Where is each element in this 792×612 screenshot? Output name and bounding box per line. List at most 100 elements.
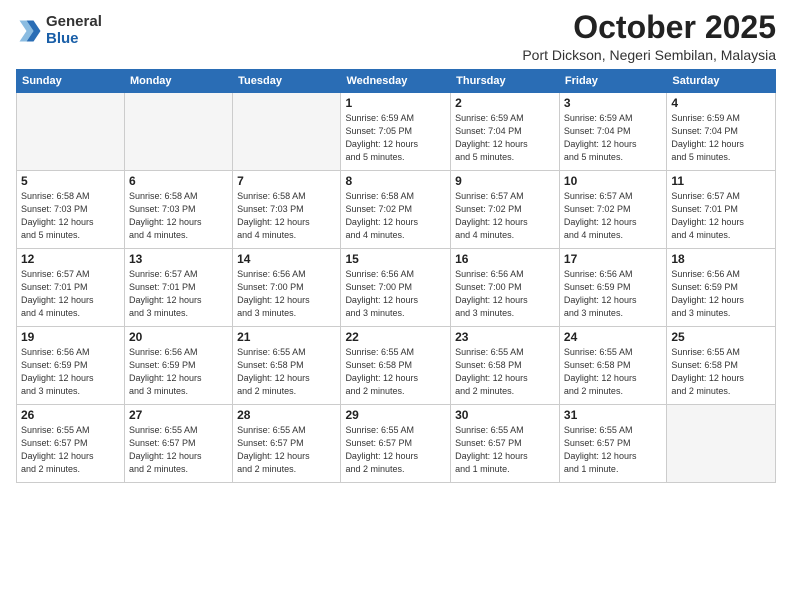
day-info-3-4: Sunrise: 6:55 AM Sunset: 6:58 PM Dayligh…: [455, 346, 555, 398]
day-cell-1-6: 11 Sunrise: 6:57 AM Sunset: 7:01 PM Dayli…: [667, 171, 776, 249]
day-info-2-2: Sunrise: 6:56 AM Sunset: 7:00 PM Dayligh…: [237, 268, 336, 320]
day-cell-2-0: 12 Sunrise: 6:57 AM Sunset: 7:01 PM Dayli…: [17, 249, 125, 327]
header-sunday: Sunday: [17, 70, 125, 93]
day-cell-0-6: 4 Sunrise: 6:59 AM Sunset: 7:04 PM Daylig…: [667, 93, 776, 171]
day-cell-0-5: 3 Sunrise: 6:59 AM Sunset: 7:04 PM Daylig…: [559, 93, 666, 171]
day-info-4-2: Sunrise: 6:55 AM Sunset: 6:57 PM Dayligh…: [237, 424, 336, 476]
day-number-3-1: 20: [129, 330, 228, 344]
day-info-1-2: Sunrise: 6:58 AM Sunset: 7:03 PM Dayligh…: [237, 190, 336, 242]
day-number-2-4: 16: [455, 252, 555, 266]
day-info-1-5: Sunrise: 6:57 AM Sunset: 7:02 PM Dayligh…: [564, 190, 662, 242]
day-info-1-0: Sunrise: 6:58 AM Sunset: 7:03 PM Dayligh…: [21, 190, 120, 242]
header-wednesday: Wednesday: [341, 70, 451, 93]
day-cell-0-4: 2Sunrise: 6:59 AM Sunset: 7:04 PM Daylig…: [451, 93, 560, 171]
header-saturday: Saturday: [667, 70, 776, 93]
day-cell-2-6: 18 Sunrise: 6:56 AM Sunset: 6:59 PM Dayli…: [667, 249, 776, 327]
logo-general: General: [46, 14, 102, 31]
day-info-3-3: Sunrise: 6:55 AM Sunset: 6:58 PM Dayligh…: [345, 346, 446, 398]
day-cell-1-1: 6 Sunrise: 6:58 AM Sunset: 7:03 PM Daylig…: [124, 171, 232, 249]
day-info-0-3: Sunrise: 6:59 AM Sunset: 7:05 PM Dayligh…: [345, 112, 446, 164]
day-number-4-2: 28: [237, 408, 336, 422]
day-cell-1-0: 5Sunrise: 6:58 AM Sunset: 7:03 PM Daylig…: [17, 171, 125, 249]
day-cell-4-1: 27 Sunrise: 6:55 AM Sunset: 6:57 PM Dayli…: [124, 405, 232, 483]
day-number-1-6: 11: [671, 174, 771, 188]
week-row-0: 1 Sunrise: 6:59 AM Sunset: 7:05 PM Daylig…: [17, 93, 776, 171]
logo-blue: Blue: [46, 31, 102, 48]
day-cell-2-3: 15Sunrise: 6:56 AM Sunset: 7:00 PM Dayli…: [341, 249, 451, 327]
day-cell-1-3: 8 Sunrise: 6:58 AM Sunset: 7:02 PM Daylig…: [341, 171, 451, 249]
day-number-2-3: 15: [345, 252, 446, 266]
day-number-2-0: 12: [21, 252, 120, 266]
day-info-4-1: Sunrise: 6:55 AM Sunset: 6:57 PM Dayligh…: [129, 424, 228, 476]
day-number-0-3: 1: [345, 96, 446, 110]
day-cell-4-5: 31 Sunrise: 6:55 AM Sunset: 6:57 PM Dayli…: [559, 405, 666, 483]
day-number-0-4: 2: [455, 96, 555, 110]
day-cell-3-2: 21 Sunrise: 6:55 AM Sunset: 6:58 PM Dayli…: [233, 327, 341, 405]
day-cell-4-6: [667, 405, 776, 483]
day-cell-4-2: 28 Sunrise: 6:55 AM Sunset: 6:57 PM Dayli…: [233, 405, 341, 483]
day-number-4-3: 29: [345, 408, 446, 422]
day-number-2-5: 17: [564, 252, 662, 266]
day-number-1-3: 8: [345, 174, 446, 188]
week-row-1: 5Sunrise: 6:58 AM Sunset: 7:03 PM Daylig…: [17, 171, 776, 249]
day-info-4-5: Sunrise: 6:55 AM Sunset: 6:57 PM Dayligh…: [564, 424, 662, 476]
day-info-2-5: Sunrise: 6:56 AM Sunset: 6:59 PM Dayligh…: [564, 268, 662, 320]
header-tuesday: Tuesday: [233, 70, 341, 93]
logo-text: General Blue: [46, 14, 102, 47]
day-cell-0-2: [233, 93, 341, 171]
month-title: October 2025: [522, 10, 776, 45]
location: Port Dickson, Negeri Sembilan, Malaysia: [522, 47, 776, 63]
day-number-2-6: 18: [671, 252, 771, 266]
logo-icon: [16, 17, 44, 45]
calendar-table: Sunday Monday Tuesday Wednesday Thursday…: [16, 69, 776, 483]
day-info-2-6: Sunrise: 6:56 AM Sunset: 6:59 PM Dayligh…: [671, 268, 771, 320]
day-info-3-5: Sunrise: 6:55 AM Sunset: 6:58 PM Dayligh…: [564, 346, 662, 398]
day-cell-4-4: 30 Sunrise: 6:55 AM Sunset: 6:57 PM Dayli…: [451, 405, 560, 483]
day-number-1-2: 7: [237, 174, 336, 188]
day-number-0-6: 4: [671, 96, 771, 110]
day-info-3-2: Sunrise: 6:55 AM Sunset: 6:58 PM Dayligh…: [237, 346, 336, 398]
day-number-4-1: 27: [129, 408, 228, 422]
day-info-1-3: Sunrise: 6:58 AM Sunset: 7:02 PM Dayligh…: [345, 190, 446, 242]
day-info-4-3: Sunrise: 6:55 AM Sunset: 6:57 PM Dayligh…: [345, 424, 446, 476]
day-cell-3-3: 22 Sunrise: 6:55 AM Sunset: 6:58 PM Dayli…: [341, 327, 451, 405]
day-number-2-2: 14: [237, 252, 336, 266]
day-number-4-5: 31: [564, 408, 662, 422]
day-info-0-5: Sunrise: 6:59 AM Sunset: 7:04 PM Dayligh…: [564, 112, 662, 164]
day-cell-3-5: 24 Sunrise: 6:55 AM Sunset: 6:58 PM Dayli…: [559, 327, 666, 405]
header-thursday: Thursday: [451, 70, 560, 93]
day-info-3-0: Sunrise: 6:56 AM Sunset: 6:59 PM Dayligh…: [21, 346, 120, 398]
day-info-2-4: Sunrise: 6:56 AM Sunset: 7:00 PM Dayligh…: [455, 268, 555, 320]
day-info-4-4: Sunrise: 6:55 AM Sunset: 6:57 PM Dayligh…: [455, 424, 555, 476]
day-cell-2-4: 16 Sunrise: 6:56 AM Sunset: 7:00 PM Dayli…: [451, 249, 560, 327]
title-block: October 2025 Port Dickson, Negeri Sembil…: [522, 10, 776, 63]
day-number-3-5: 24: [564, 330, 662, 344]
weekday-header-row: Sunday Monday Tuesday Wednesday Thursday…: [17, 70, 776, 93]
day-cell-1-5: 10 Sunrise: 6:57 AM Sunset: 7:02 PM Dayli…: [559, 171, 666, 249]
day-number-3-6: 25: [671, 330, 771, 344]
day-info-0-6: Sunrise: 6:59 AM Sunset: 7:04 PM Dayligh…: [671, 112, 771, 164]
day-cell-3-6: 25 Sunrise: 6:55 AM Sunset: 6:58 PM Dayli…: [667, 327, 776, 405]
day-info-2-0: Sunrise: 6:57 AM Sunset: 7:01 PM Dayligh…: [21, 268, 120, 320]
day-info-1-1: Sunrise: 6:58 AM Sunset: 7:03 PM Dayligh…: [129, 190, 228, 242]
day-number-1-1: 6: [129, 174, 228, 188]
day-info-2-1: Sunrise: 6:57 AM Sunset: 7:01 PM Dayligh…: [129, 268, 228, 320]
day-number-1-5: 10: [564, 174, 662, 188]
day-info-1-6: Sunrise: 6:57 AM Sunset: 7:01 PM Dayligh…: [671, 190, 771, 242]
day-cell-2-5: 17 Sunrise: 6:56 AM Sunset: 6:59 PM Dayli…: [559, 249, 666, 327]
day-cell-2-2: 14 Sunrise: 6:56 AM Sunset: 7:00 PM Dayli…: [233, 249, 341, 327]
day-info-3-6: Sunrise: 6:55 AM Sunset: 6:58 PM Dayligh…: [671, 346, 771, 398]
day-number-1-4: 9: [455, 174, 555, 188]
day-number-4-0: 26: [21, 408, 120, 422]
day-cell-1-4: 9 Sunrise: 6:57 AM Sunset: 7:02 PM Daylig…: [451, 171, 560, 249]
day-number-4-4: 30: [455, 408, 555, 422]
header: General Blue October 2025 Port Dickson, …: [16, 10, 776, 63]
day-number-3-3: 22: [345, 330, 446, 344]
day-cell-0-1: [124, 93, 232, 171]
day-number-0-5: 3: [564, 96, 662, 110]
day-cell-3-1: 20Sunrise: 6:56 AM Sunset: 6:59 PM Dayli…: [124, 327, 232, 405]
header-friday: Friday: [559, 70, 666, 93]
day-number-3-2: 21: [237, 330, 336, 344]
week-row-3: 19Sunrise: 6:56 AM Sunset: 6:59 PM Dayli…: [17, 327, 776, 405]
day-info-1-4: Sunrise: 6:57 AM Sunset: 7:02 PM Dayligh…: [455, 190, 555, 242]
